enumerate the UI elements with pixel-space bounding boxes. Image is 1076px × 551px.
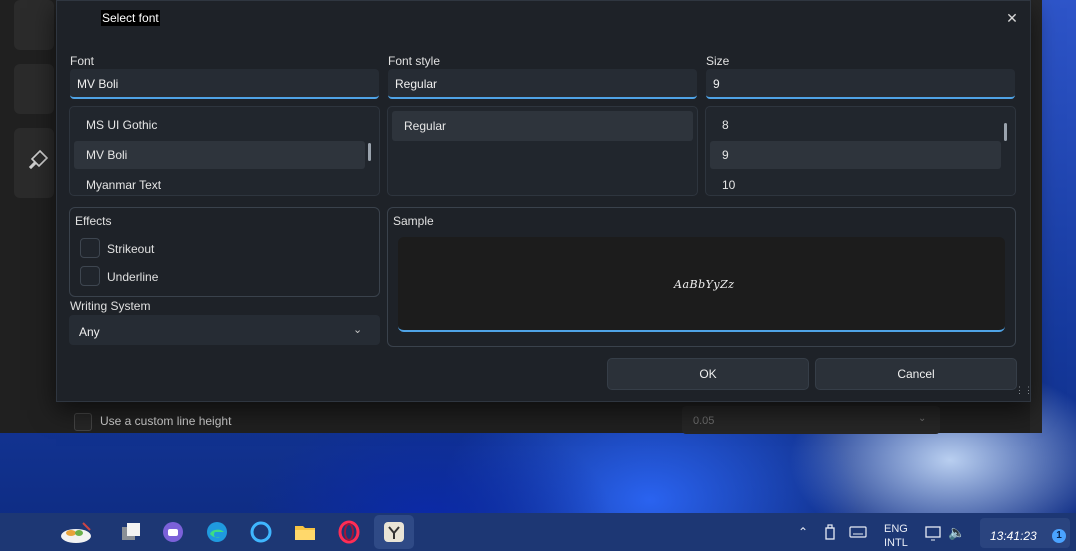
- select-font-dialog: Select font ✕ Font MV Boli MS UI Gothic …: [56, 0, 1033, 402]
- resize-grip-icon[interactable]: ⋮⋮: [1015, 386, 1033, 395]
- opera-icon[interactable]: [336, 519, 362, 545]
- volume-icon[interactable]: 🔈: [948, 524, 965, 541]
- dialog-title: Select font: [101, 10, 160, 26]
- size-label: Size: [706, 54, 730, 68]
- clock: 13:41:23: [990, 529, 1037, 543]
- language-indicator[interactable]: ENG INTL: [884, 522, 908, 550]
- cancel-button[interactable]: Cancel: [815, 358, 1017, 390]
- network-icon[interactable]: [925, 525, 943, 544]
- font-style-list[interactable]: Regular: [387, 106, 698, 196]
- chevron-down-icon: ⌄: [918, 413, 927, 424]
- strikeout-checkbox[interactable]: [80, 238, 100, 258]
- sample-label: Sample: [393, 214, 434, 228]
- sample-group: Sample AaBbYyZz: [387, 207, 1016, 347]
- chat-icon[interactable]: [160, 519, 186, 545]
- strikeout-label[interactable]: Strikeout: [107, 242, 154, 256]
- effects-group: Effects Strikeout Underline: [69, 207, 380, 297]
- size-input[interactable]: 9: [706, 69, 1015, 99]
- size-list-item[interactable]: 8: [710, 111, 1001, 139]
- size-list-item[interactable]: 10: [710, 171, 1001, 195]
- close-icon[interactable]: ✕: [1003, 9, 1021, 27]
- line-height-select[interactable]: [682, 406, 940, 434]
- taskbar: ⌃ ENG INTL 🔈 13:41:23 1: [0, 513, 1076, 551]
- font-list-scrollbar[interactable]: [368, 143, 371, 161]
- side-panel-item[interactable]: [14, 0, 54, 50]
- task-view-icon[interactable]: [118, 519, 144, 545]
- writing-system-value: Any: [79, 325, 100, 339]
- size-input-value: 9: [713, 77, 720, 91]
- custom-line-height-label: Use a custom line height: [100, 414, 232, 428]
- font-style-list-item-selected[interactable]: Regular: [392, 111, 693, 141]
- writing-system-select[interactable]: Any ⌄: [69, 315, 380, 345]
- font-style-input-value: Regular: [395, 77, 438, 91]
- custom-line-height-checkbox[interactable]: [74, 413, 92, 431]
- writing-system-label: Writing System: [70, 299, 151, 313]
- chevron-down-icon: ⌄: [353, 324, 363, 336]
- language-line1: ENG: [884, 523, 908, 535]
- size-list[interactable]: 8 9 10: [705, 106, 1016, 196]
- font-input-value: MV Boli: [77, 77, 119, 91]
- size-list-item-selected[interactable]: 9: [710, 141, 1001, 169]
- underline-checkbox[interactable]: [80, 266, 100, 286]
- ok-button[interactable]: OK: [607, 358, 809, 390]
- notification-badge[interactable]: 1: [1052, 529, 1066, 543]
- size-list-scrollbar[interactable]: [1004, 123, 1007, 141]
- language-line2: INTL: [884, 537, 908, 549]
- app-icon[interactable]: [381, 519, 407, 545]
- font-label: Font: [70, 54, 95, 68]
- effects-label: Effects: [75, 214, 112, 228]
- keyboard-icon[interactable]: [849, 526, 867, 541]
- background-scrollbar[interactable]: [1030, 0, 1042, 433]
- font-list[interactable]: MS UI Gothic MV Boli Myanmar Text: [69, 106, 380, 196]
- usb-drive-icon[interactable]: [824, 524, 836, 543]
- font-style-label: Font style: [388, 54, 441, 68]
- edge-icon[interactable]: [204, 519, 230, 545]
- side-panel-item[interactable]: [14, 64, 54, 114]
- file-explorer-icon[interactable]: [292, 519, 318, 545]
- font-list-item[interactable]: MS UI Gothic: [74, 111, 365, 139]
- sample-text: AaBbYyZz: [674, 278, 735, 291]
- cortana-icon[interactable]: [248, 519, 274, 545]
- font-list-item-selected[interactable]: MV Boli: [74, 141, 365, 169]
- font-input[interactable]: MV Boli: [70, 69, 379, 99]
- underline-label[interactable]: Underline: [107, 270, 158, 284]
- paintbrush-icon: [26, 148, 50, 178]
- chevron-up-icon[interactable]: ⌃: [798, 525, 808, 539]
- font-list-item[interactable]: Myanmar Text: [74, 171, 365, 195]
- widgets-icon[interactable]: [58, 519, 94, 545]
- sample-preview: AaBbYyZz: [398, 237, 1005, 332]
- line-height-value: 0.05: [693, 415, 715, 427]
- font-style-input[interactable]: Regular: [388, 69, 697, 99]
